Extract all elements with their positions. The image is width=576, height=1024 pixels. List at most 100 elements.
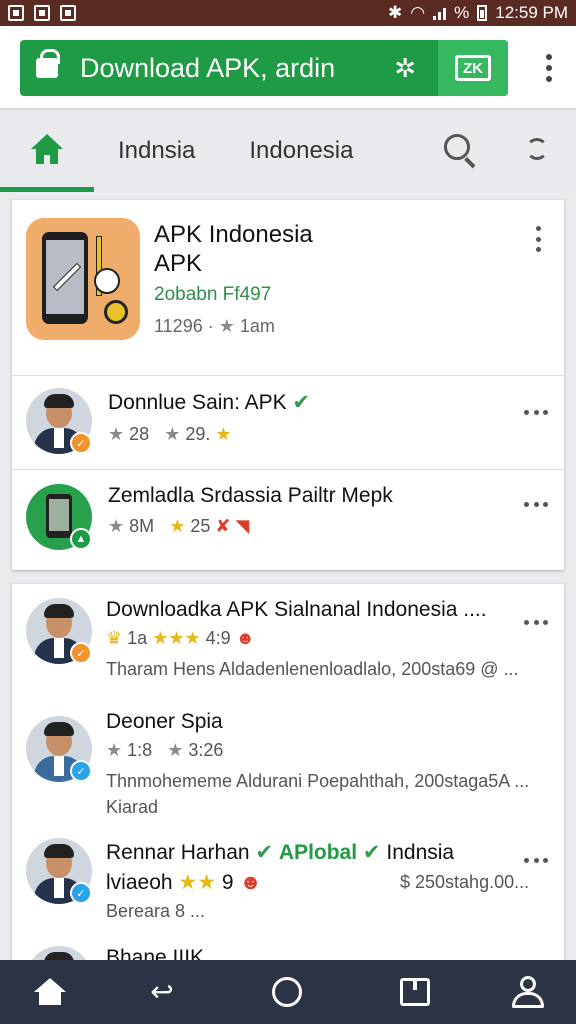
app-icon: [26, 218, 140, 340]
crown-icon: ♛: [106, 628, 123, 648]
gallery-notification-icon: [60, 5, 76, 21]
list-item-meta: ★ 28 ★ 29. ★: [108, 424, 232, 445]
wifi-icon: ◠: [410, 3, 426, 22]
star-icon: ★: [167, 740, 184, 760]
star-icon: ★: [108, 516, 125, 536]
nav-home-icon[interactable]: [32, 974, 68, 1010]
list-item-title-text: Donnlue Sain: APK: [108, 391, 287, 414]
image-notification-icon: [8, 5, 24, 21]
list-item[interactable]: ✓ Rennar Harhan ✔ APlobal ✔ Indnsia lvia…: [12, 832, 564, 940]
nav-circle-icon[interactable]: [272, 977, 302, 1007]
title-part-c: Indnsia: [386, 841, 455, 864]
star-icon: ★: [218, 316, 235, 336]
list-item[interactable]: ✓ Downloadka APK Sialnanal Indonesia ...…: [12, 584, 564, 704]
rating-b: 29.: [185, 424, 211, 444]
list-item-desc-2: Kiarad: [106, 797, 159, 817]
verified-badge-icon: ✓: [70, 882, 92, 904]
star-icon: ★: [169, 516, 186, 536]
list-item-meta: ★ 1:8 ★ 3:26: [106, 740, 223, 761]
featured-title-line1: APK Indonesia: [154, 221, 313, 248]
rating-a: 28: [129, 424, 150, 444]
signal-icon: [433, 6, 447, 20]
mark-icon: ✘ ◥: [215, 516, 250, 536]
tab-indonesia[interactable]: Indonesia: [249, 137, 353, 165]
nav-bookmark-icon[interactable]: [400, 978, 430, 1006]
check-icon: ✔: [292, 391, 311, 414]
title-part-b: APlobal: [278, 841, 358, 864]
rating-a: 8M: [129, 516, 155, 536]
list-item-title: Zemladla Srdassia Pailtr Mepk: [108, 484, 393, 507]
check-icon: ✔: [255, 841, 274, 864]
verified-badge-icon: ✓: [70, 642, 92, 664]
emoji-icon: ☻: [235, 628, 255, 648]
status-bar: ✱ ◠ % 12:59 PM: [0, 0, 576, 26]
star-icon: ★: [215, 424, 232, 444]
meta-b: 3:26: [188, 740, 224, 760]
list-item[interactable]: ▲ Zemladla Srdassia Pailtr Mepk ★ 8M ★ 2…: [12, 470, 564, 570]
star-icon: ★: [108, 424, 125, 444]
clock: 12:59 PM: [495, 3, 568, 22]
star-icon: ★★★: [152, 628, 201, 648]
home-icon: [31, 133, 63, 164]
more-options-icon[interactable]: [524, 410, 548, 416]
star-icon: ★★: [178, 871, 217, 894]
title-part-a: Rennar Harhan: [106, 841, 250, 864]
list-item[interactable]: ✓ Deoner Spia ★ 1:8 ★ 3:26 Thnmohememe A…: [12, 704, 564, 832]
verified-badge-icon: ✓: [70, 760, 92, 782]
check-icon: ✔: [362, 841, 381, 864]
dot-separator: ·: [207, 316, 219, 336]
featured-meta: 11296 · ★ 1am: [154, 316, 275, 337]
emoji-icon: ☻: [239, 871, 262, 894]
tab-home[interactable]: [0, 110, 94, 192]
rating-b: 25: [190, 516, 211, 536]
meta-a: 1a: [127, 628, 148, 648]
star-icon: ★: [164, 424, 181, 444]
download-apk-button[interactable]: Download APK, ardin ✲ ZK: [20, 40, 508, 96]
meta-a: lviaeoh: [106, 871, 173, 894]
mascot-icon: [94, 268, 120, 294]
app-header: Download APK, ardin ✲ ZK: [0, 26, 576, 110]
nav-back-icon[interactable]: ↩: [144, 974, 180, 1010]
lock-icon: [36, 49, 60, 78]
nav-profile-icon[interactable]: [510, 974, 546, 1010]
list-item-title: Downloadka APK Sialnanal Indonesia ....: [106, 598, 487, 621]
featured-time: 1am: [239, 316, 275, 336]
list-item-title: Donnlue Sain: APK ✔: [108, 390, 310, 415]
download-badge-button[interactable]: ZK: [438, 40, 508, 96]
star-icon: ★: [106, 740, 123, 760]
more-options-icon[interactable]: [524, 620, 548, 626]
download-label: Download APK, ardin: [80, 52, 336, 83]
featured-title: APK Indonesia APK: [154, 220, 384, 278]
search-icon[interactable]: [444, 134, 470, 160]
meta-b: 4:9: [205, 628, 231, 648]
app-badge-icon: ▲: [70, 528, 92, 550]
list-item[interactable]: ✓ Donnlue Sain: APK ✔ ★ 28 ★ 29. ★: [12, 376, 564, 470]
bluetooth-icon: ✱: [388, 3, 403, 22]
spark-icon[interactable]: ✲: [394, 53, 416, 84]
bottom-navigation: ↩: [0, 960, 576, 1024]
battery-percent-label: %: [454, 3, 470, 22]
tab-bar: Indnsia Indonesia: [0, 110, 576, 192]
list-item-meta: ★ 8M ★ 25 ✘ ◥: [108, 516, 249, 537]
more-options-icon[interactable]: [524, 858, 548, 864]
featured-count: 11296: [154, 316, 203, 336]
list-item-title: Rennar Harhan ✔ APlobal ✔ Indnsia: [106, 840, 454, 865]
featured-card: APK Indonesia APK 2obabn Ff497 11296 · ★…: [12, 200, 564, 570]
meta-a: 1:8: [127, 740, 153, 760]
featured-app[interactable]: APK Indonesia APK 2obabn Ff497 11296 · ★…: [12, 200, 564, 376]
battery-icon: [477, 5, 488, 21]
more-options-icon[interactable]: [536, 226, 542, 252]
list-item-sub: lviaeoh ★★ 9 ☻: [106, 870, 262, 895]
sync-icon[interactable]: [526, 138, 548, 160]
verified-badge-icon: ✓: [70, 432, 92, 454]
list-item-meta: ♛ 1a ★★★ 4:9 ☻: [106, 628, 255, 649]
list-item-desc: Thnmohememe Aldurani Poepahthah, 200stag…: [106, 771, 530, 791]
list-item-title: Deoner Spia: [106, 710, 223, 733]
list-item-desc: Tharam Hens Aldadenlenenloadlalo, 200sta…: [106, 659, 519, 679]
meta-b: 9: [221, 871, 234, 894]
tab-indnsia[interactable]: Indnsia: [118, 137, 195, 165]
overflow-menu-icon[interactable]: [546, 54, 552, 82]
more-options-icon[interactable]: [524, 502, 548, 508]
feed-card: ✓ Downloadka APK Sialnanal Indonesia ...…: [12, 584, 564, 964]
list-item-right-meta: $ 250stahg.00...: [400, 872, 530, 892]
